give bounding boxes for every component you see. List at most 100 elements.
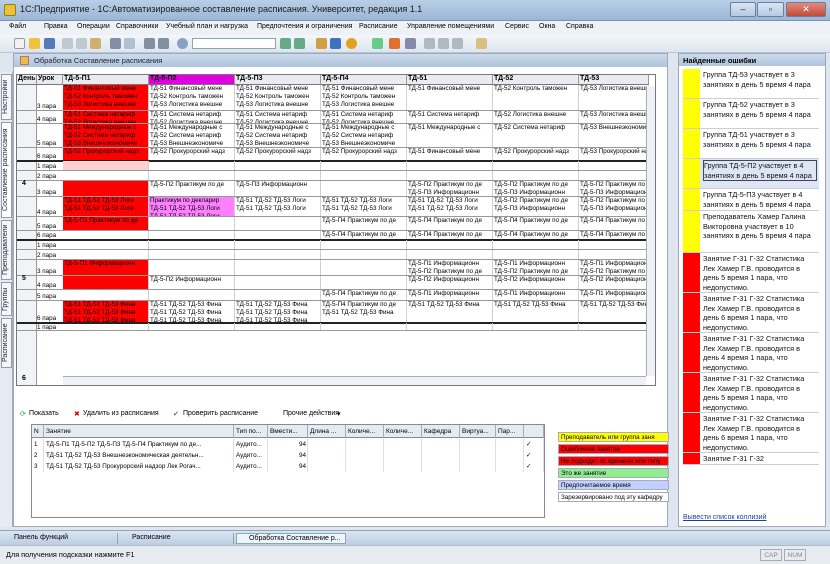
schedule-cell[interactable]: ТД-5-П4 Практикум по де ТД-51 ТД-52 ТД-5…: [321, 301, 407, 323]
minimize-button[interactable]: –: [730, 2, 756, 17]
column-header[interactable]: ТД-52: [493, 75, 579, 85]
table-column-header[interactable]: Занятие: [44, 425, 234, 438]
redo-icon[interactable]: [158, 38, 169, 49]
schedule-cell[interactable]: ТД-5-П4 Практикум по де: [407, 217, 493, 231]
schedule-cell[interactable]: ТД-5-П2 Практикум по де ТД-5-П3 Информац…: [579, 181, 649, 197]
table-column-header[interactable]: Виртуа...: [460, 425, 496, 438]
open-icon[interactable]: [29, 38, 40, 49]
column-header[interactable]: ТД-53: [579, 75, 649, 85]
schedule-cell[interactable]: ТД-5-П2 Практикум по де ТД-5-П3 Информац…: [407, 181, 493, 197]
schedule-cell[interactable]: ТД-51 Международные с ТД-52 Система нета…: [63, 124, 149, 148]
schedule-cell[interactable]: [149, 260, 235, 276]
table-cell[interactable]: Аудито...: [234, 450, 268, 461]
schedule-cell[interactable]: [321, 276, 407, 290]
schedule-cell[interactable]: ТД-5-П2 Практикум по де ТД-5-П3 Информац…: [493, 181, 579, 197]
schedule-cell[interactable]: [235, 276, 321, 290]
print-icon[interactable]: [110, 38, 121, 49]
preview-icon[interactable]: [124, 38, 135, 49]
schedule-cell[interactable]: [149, 217, 235, 231]
menu-catalogs[interactable]: Справочники: [116, 23, 158, 30]
table-cell[interactable]: [384, 439, 422, 450]
task-schedule[interactable]: Расписание: [120, 533, 234, 544]
schedule-cell[interactable]: ТД-5-П1 Практикум по де: [63, 217, 149, 231]
schedule-cell[interactable]: ТД-5-П4 Практикум по де: [493, 217, 579, 231]
table-cell[interactable]: ✓: [524, 439, 544, 450]
table-column-header[interactable]: Тип по...: [234, 425, 268, 438]
column-header[interactable]: ТД-51: [407, 75, 493, 85]
table-column-header[interactable]: Вмести...: [268, 425, 308, 438]
column-header[interactable]: ТД-5-П1: [63, 75, 149, 85]
check-schedule-button[interactable]: Проверить расписание: [183, 410, 258, 417]
table-column-header[interactable]: Количе...: [346, 425, 384, 438]
schedule-cell[interactable]: ТД-5-П4 Практикум по де: [579, 217, 649, 231]
error-item[interactable]: Преподаватель Хамер Галина Викторовна уч…: [683, 211, 819, 253]
save-icon[interactable]: [44, 38, 55, 49]
column-header[interactable]: День: [17, 75, 37, 85]
table-cell[interactable]: ТД-5-П1 ТД-5-П2 ТД-5-П3 ТД-5-П4 Практику…: [44, 439, 234, 450]
menu-windows[interactable]: Окна: [539, 23, 555, 30]
help-icon[interactable]: [346, 38, 357, 49]
schedule-cell[interactable]: ТД-5-П2 Информационн: [407, 276, 493, 290]
schedule-cell[interactable]: ТД-51 ТД-52 ТД-53 Логи ТД-51 ТД-52 ТД-53…: [63, 197, 149, 217]
table-column-header[interactable]: Количе...: [384, 425, 422, 438]
table-cell[interactable]: [422, 461, 460, 472]
table-column-header[interactable]: Пар...: [496, 425, 524, 438]
menu-file[interactable]: Файл: [9, 23, 26, 30]
tools-icon[interactable]: [476, 38, 487, 49]
schedule-cell[interactable]: ТД-51 Международные с ТД-52 Система нета…: [149, 124, 235, 148]
menu-help[interactable]: Справка: [566, 23, 593, 30]
calendar-icon[interactable]: [330, 38, 341, 49]
error-item[interactable]: Группа ТД-51 участвует в 3 занятиях в де…: [683, 129, 819, 159]
error-item[interactable]: Занятие Г-31 Г-32 Статистика Лек Хамер Г…: [683, 333, 819, 373]
schedule-cell[interactable]: [235, 260, 321, 276]
table-column-header[interactable]: N: [32, 425, 44, 438]
table-cell[interactable]: Аудито...: [234, 461, 268, 472]
find-next-icon[interactable]: [280, 38, 291, 49]
error-item[interactable]: Группа ТД-5-П2 участвует в 4 занятиях в …: [683, 159, 819, 189]
table-cell[interactable]: ТД-51 ТД-52 ТД-53 Внешнеэкономическая де…: [44, 450, 234, 461]
schedule-cell[interactable]: ТД-5-П1 Информационн: [63, 260, 149, 276]
table-cell[interactable]: [460, 461, 496, 472]
table-cell[interactable]: [384, 450, 422, 461]
schedule-cell[interactable]: ТД-51 ТД-52 ТД-53 Логи ТД-51 ТД-52 ТД-53…: [407, 197, 493, 217]
schedule-cell[interactable]: ТД-5-П2 Информационн: [149, 276, 235, 290]
error-item[interactable]: Группа ТД-5-П3 участвует в 4 занятиях в …: [683, 189, 819, 211]
table-cell[interactable]: [346, 461, 384, 472]
column-header[interactable]: ТД-5-П3: [235, 75, 321, 85]
m-icon[interactable]: [424, 38, 435, 49]
menu-curriculum[interactable]: Учебный план и нагрузка: [166, 23, 248, 30]
table-cell[interactable]: ✓: [524, 450, 544, 461]
close-button[interactable]: ✕: [786, 2, 826, 17]
paste-icon[interactable]: [90, 38, 101, 49]
calculator-icon[interactable]: [389, 38, 400, 49]
horizontal-scrollbar[interactable]: [63, 376, 646, 385]
schedule-cell[interactable]: ТД-53 Логистика внешне: [579, 85, 649, 111]
column-header[interactable]: Урок: [37, 75, 63, 85]
tab-groups[interactable]: Группы: [1, 282, 12, 316]
schedule-cell[interactable]: ТД-51 ТД-52 ТД-53 Фина ТД-51 ТД-52 ТД-53…: [149, 301, 235, 323]
table-cell[interactable]: [346, 450, 384, 461]
spreadsheet-icon[interactable]: [372, 38, 383, 49]
table-cell[interactable]: [496, 439, 524, 450]
menu-operations[interactable]: Операции: [77, 23, 110, 30]
table-cell[interactable]: 2: [32, 450, 44, 461]
memo-icon[interactable]: [405, 38, 416, 49]
tab-settings[interactable]: Настройки: [1, 74, 12, 120]
schedule-cell[interactable]: ТД-5-П3 Информационн: [235, 181, 321, 197]
schedule-cell[interactable]: ТД-51 Финансовый мене ТД-52 Контроль там…: [321, 85, 407, 111]
schedule-cell[interactable]: ТД-51 ТД-52 ТД-53 Фина: [493, 301, 579, 323]
error-item[interactable]: Группа ТД-53 участвует в 3 занятиях в де…: [683, 69, 819, 99]
schedule-cell[interactable]: ТД-51 Финансовый мене ТД-52 Контроль там…: [63, 85, 149, 111]
table-cell[interactable]: ТД-51 ТД-52 ТД-53 Прокурорский надзор Ле…: [44, 461, 234, 472]
schedule-cell[interactable]: ТД-51 ТД-52 ТД-53 Логи ТД-51 ТД-52 ТД-53…: [235, 197, 321, 217]
schedule-cell[interactable]: Практикум по декларир ТД-51 ТД-52 ТД-53 …: [149, 197, 235, 217]
schedule-cell[interactable]: ТД-5-П2 Практикум по де: [149, 181, 235, 197]
undo-icon[interactable]: [144, 38, 155, 49]
schedule-cell[interactable]: ТД-52 Система нетариф: [493, 124, 579, 148]
task-processing[interactable]: Обработка Составление р...: [236, 533, 346, 544]
menu-edit[interactable]: Правка: [44, 23, 68, 30]
schedule-cell[interactable]: ТД-51 Международные с: [407, 124, 493, 148]
reports-icon[interactable]: [316, 38, 327, 49]
schedule-cell[interactable]: [321, 181, 407, 197]
table-cell[interactable]: [308, 461, 346, 472]
